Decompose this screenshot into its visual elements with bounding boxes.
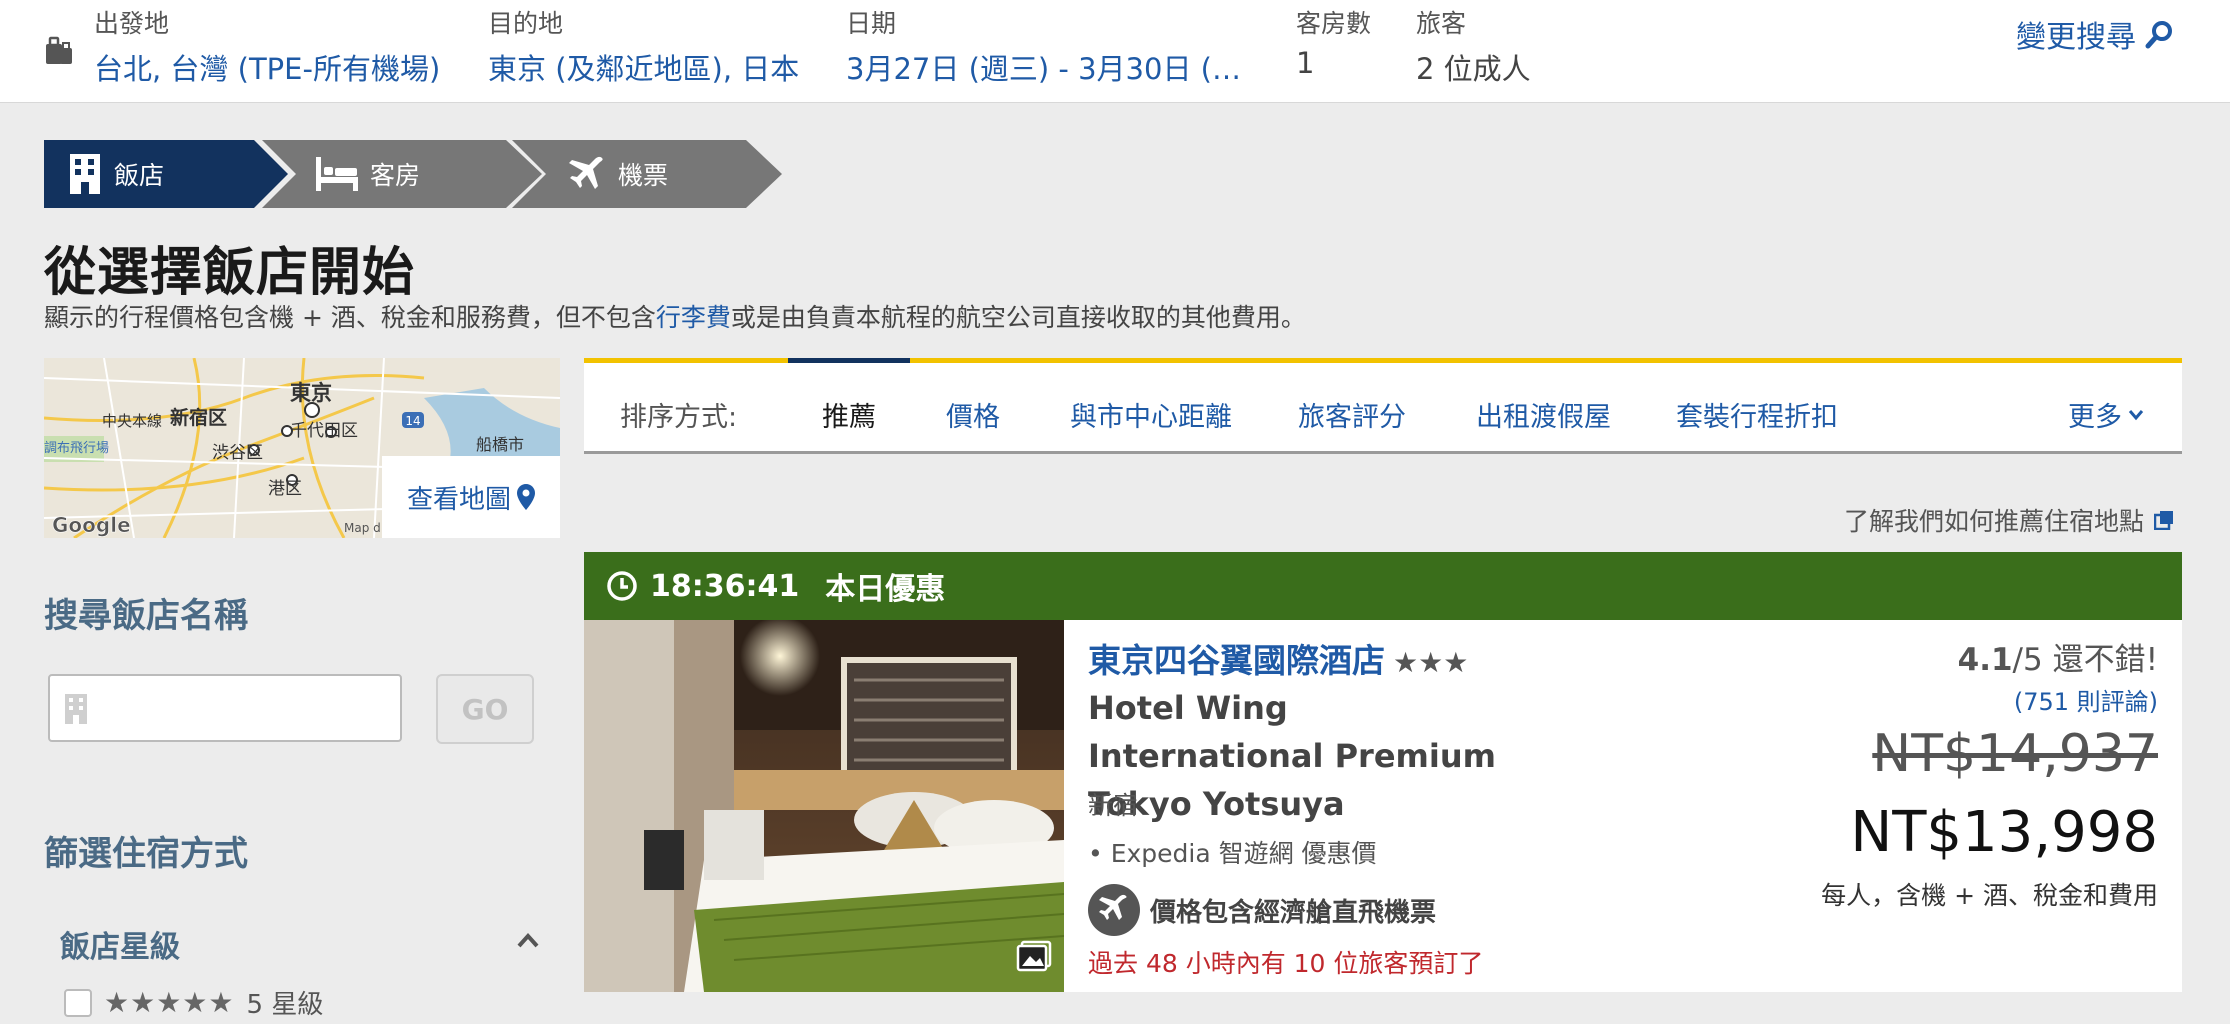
search-summary-bar: 出發地 台北, 台灣 (TPE-所有機場) 目的地 東京 (及鄰近地區), 日本… xyxy=(0,0,2230,103)
map-label-minato: 港区 xyxy=(268,479,302,499)
recent-bookings-note: 過去 48 小時內有 10 位旅客預訂了 xyxy=(1088,949,1484,978)
deal-label: 本日優惠 xyxy=(825,572,946,607)
go-button[interactable]: GO xyxy=(436,674,534,744)
hotel-neighborhood: 新宿 xyxy=(1088,791,1139,820)
hotel-name-english: Hotel Wing International Premium Tokyo Y… xyxy=(1088,689,1496,823)
baggage-fee-link[interactable]: 行李費 xyxy=(656,303,731,332)
map-label-chiyoda: 千代田区 xyxy=(290,421,358,441)
step-hotel: 飯店 xyxy=(44,140,288,208)
hotel-star-icons: ★★★ xyxy=(1393,646,1469,679)
view-map-button[interactable]: 查看地圖 xyxy=(382,456,560,538)
sort-label: 排序方式: xyxy=(620,402,738,433)
change-search-button[interactable]: 變更搜尋 xyxy=(2016,12,2174,56)
search-hotel-name-heading: 搜尋飯店名稱 xyxy=(44,596,248,636)
sort-more-label: 更多 xyxy=(2068,402,2122,433)
map-preview[interactable]: 14 東京 中央本線 新宿区 千代田区 渋谷区 港区 船橋市 調布飛行場 Goo… xyxy=(44,358,560,538)
hotel-name-chinese: 東京四谷翼國際酒店 xyxy=(1088,641,1385,680)
disclaimer-text-2: 或是由負責本航程的航空公司直接收取的其他費用。 xyxy=(730,303,1306,332)
plane-icon xyxy=(569,156,603,189)
origin-label: 出發地 xyxy=(94,9,170,38)
star-rating-heading[interactable]: 飯店星級 xyxy=(60,922,180,966)
sort-recommended[interactable]: 推薦 xyxy=(822,395,876,434)
original-price: NT$14,937 xyxy=(1872,724,2158,784)
learn-recommendation-label: 了解我們如何推薦住宿地點 xyxy=(1843,507,2144,536)
origin-value[interactable]: 台北, 台灣 (TPE-所有機場) xyxy=(94,46,440,88)
step-flight: 機票 xyxy=(512,140,782,208)
building-icon xyxy=(65,694,87,724)
learn-recommendation-link[interactable]: 了解我們如何推薦住宿地點 xyxy=(1844,502,2174,538)
rooms-label: 客房數 xyxy=(1296,9,1372,38)
sort-price[interactable]: 價格 xyxy=(946,395,1000,434)
map-label-funabashi: 船橋市 xyxy=(476,435,524,454)
review-count-link[interactable]: (751 則評論) xyxy=(2014,682,2158,717)
accommodation-filter-heading: 篩選住宿方式 xyxy=(44,834,248,874)
step-hotel-label: 飯店 xyxy=(114,161,165,190)
sort-guest-rating[interactable]: 旅客評分 xyxy=(1298,395,1406,434)
sort-active-indicator xyxy=(788,358,910,363)
bed-icon xyxy=(316,157,358,191)
price-basis-note: 每人，含機 + 酒、稅金和費用 xyxy=(1821,881,2158,910)
step-flight-label: 機票 xyxy=(618,161,669,190)
sort-bar: 排序方式: 推薦 價格 與市中心距離 旅客評分 出租渡假屋 套裝行程折扣 更多 xyxy=(584,358,2182,454)
star-5-checkbox[interactable] xyxy=(64,988,92,1017)
chevron-up-icon[interactable] xyxy=(516,930,540,950)
hotel-name-input[interactable] xyxy=(48,674,402,742)
sort-distance[interactable]: 與市中心距離 xyxy=(1070,395,1232,434)
dates-label: 日期 xyxy=(846,9,897,38)
rooms-value: 1 xyxy=(1296,46,1315,80)
five-star-icons: ★★★★★ xyxy=(104,986,235,1019)
view-map-label: 查看地圖 xyxy=(406,484,511,515)
search-icon xyxy=(2145,21,2172,49)
partner-price-note: • Expedia 智遊網 優惠價 xyxy=(1088,839,1377,868)
building-icon xyxy=(70,154,100,194)
sort-vacation-rentals[interactable]: 出租渡假屋 xyxy=(1476,395,1611,434)
map-label-chofu: 調布飛行場 xyxy=(44,441,109,456)
discounted-price: NT$13,998 xyxy=(1850,800,2158,865)
chevron-down-icon xyxy=(2128,409,2144,420)
travelers-label: 旅客 xyxy=(1416,9,1467,38)
guest-rating: 4.1/5 還不錯! xyxy=(1958,634,2158,679)
gallery-icon[interactable] xyxy=(1016,940,1052,972)
dates-value[interactable]: 3月27日 (週三) - 3月30日 (… xyxy=(846,46,1241,88)
map-route-label: 14 xyxy=(405,414,420,428)
sort-package-discount[interactable]: 套裝行程折扣 xyxy=(1676,395,1838,434)
deal-timer: 18:36:41 xyxy=(650,568,800,604)
map-label-tokyo: 東京 xyxy=(290,381,332,405)
destination-label: 目的地 xyxy=(488,9,564,38)
plane-icon xyxy=(1088,884,1140,936)
luggage-icon xyxy=(46,36,72,64)
travelers-value: 2 位成人 xyxy=(1416,52,1531,86)
star-5-label: 5 星級 xyxy=(246,990,324,1020)
clock-icon xyxy=(607,571,637,601)
map-label-shinjuku: 新宿区 xyxy=(170,406,227,429)
external-link-icon xyxy=(2154,511,2173,530)
change-search-label: 變更搜尋 xyxy=(2016,20,2136,55)
map-label-shibuya: 渋谷区 xyxy=(212,443,263,463)
sort-more-button[interactable]: 更多 xyxy=(2068,395,2144,434)
deal-banner: 18:36:41 本日優惠 xyxy=(584,552,2182,620)
hotel-name-link[interactable]: 東京四谷翼國際酒店 ★★★ xyxy=(1088,634,1468,682)
star-filter-5[interactable]: ★★★★★ 5 星級 xyxy=(64,984,323,1021)
hotel-photo[interactable] xyxy=(584,620,1064,992)
step-room-label: 客房 xyxy=(370,161,421,190)
map-pin-icon xyxy=(517,484,535,510)
hotel-result-card[interactable]: 東京四谷翼國際酒店 ★★★ Hotel Wing International Pr… xyxy=(584,620,2182,992)
flight-included-label: 價格包含經濟艙直飛機票 xyxy=(1150,897,1437,928)
disclaimer-text-1: 顯示的行程價格包含機 + 酒、稅金和服務費，但不包含 xyxy=(44,303,656,332)
map-credit: Map d xyxy=(344,521,381,535)
step-room: 客房 xyxy=(262,140,542,208)
rating-suffix: /5 還不錯! xyxy=(2012,642,2158,678)
rating-score: 4.1 xyxy=(1957,642,2013,678)
destination-value[interactable]: 東京 (及鄰近地區), 日本 xyxy=(488,46,799,88)
page-title: 從選擇飯店開始 xyxy=(44,243,416,303)
map-label-chuo-line: 中央本線 xyxy=(102,412,162,430)
google-logo: Google xyxy=(52,513,131,537)
flight-included-note: 價格包含經濟艙直飛機票 xyxy=(1088,884,1436,936)
hotel-room-image xyxy=(584,620,1064,992)
price-disclaimer: 顯示的行程價格包含機 + 酒、稅金和服務費，但不包含行李費或是由負責本航程的航空… xyxy=(44,298,1306,334)
